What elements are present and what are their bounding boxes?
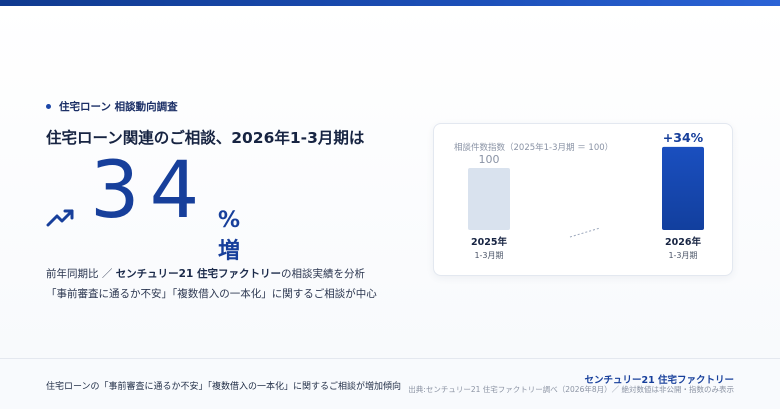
description-line-1: 前年同期比 ／ センチュリー21 住宅ファクトリーの相談実績を分析 [46, 264, 377, 284]
bullet-dot [46, 104, 51, 109]
category-period-0: 1-3月期 [474, 251, 503, 260]
category-year-1: 2026年 [665, 236, 701, 248]
data-label-1: +34% [663, 130, 704, 145]
category-period-1: 1-3月期 [668, 251, 697, 260]
footer: 住宅ローンの「事前審査に通るか不安」「複数借入の一本化」に関するご相談が増加傾向… [0, 358, 780, 409]
bar-0 [468, 168, 510, 230]
data-label-0: 100 [479, 153, 500, 166]
section-tag-label: 住宅ローン 相談動向調査 [59, 101, 178, 113]
connector-dotted-line [569, 227, 601, 238]
bar-chart: 相談件数指数（2025年1-3月期 ＝ 100） 100 2025年 1-3月期 +3… [454, 130, 704, 260]
bar-1 [662, 146, 704, 230]
chart-title: 相談件数指数（2025年1-3月期 ＝ 100） [454, 142, 613, 153]
description-brand: センチュリー21 住宅ファクトリー [115, 268, 281, 280]
big-percentage-number: 34 [90, 146, 210, 236]
description-line-2: 「事前審査に通るか不安」「複数借入の一本化」に関するご相談が中心 [46, 288, 377, 300]
description-prefix: 前年同期比 ／ [46, 268, 116, 280]
section-tag: 住宅ローン 相談動向調査 [46, 99, 178, 114]
category-year-0: 2025年 [471, 236, 507, 248]
footer-source: 出典:センチュリー21 住宅ファクトリー調べ（2026年8月）／ 絶対数値は非公… [408, 385, 734, 394]
footer-summary: 住宅ローンの「事前審査に通るか不安」「複数借入の一本化」に関するご相談が増加傾向 [46, 382, 402, 392]
description-suffix: の相談実績を分析 [280, 268, 365, 280]
big-percentage-suffix: %増 [218, 208, 241, 264]
chart-card: 相談件数指数（2025年1-3月期 ＝ 100） 100 2025年 1-3月期 +3… [433, 123, 733, 276]
trend-up-icon [46, 209, 74, 227]
top-accent-bar [0, 0, 780, 6]
description: 前年同期比 ／ センチュリー21 住宅ファクトリーの相談実績を分析 「事前審査に… [46, 264, 377, 304]
headline: 住宅ローン関連のご相談、2026年1-3月期は [46, 129, 365, 147]
